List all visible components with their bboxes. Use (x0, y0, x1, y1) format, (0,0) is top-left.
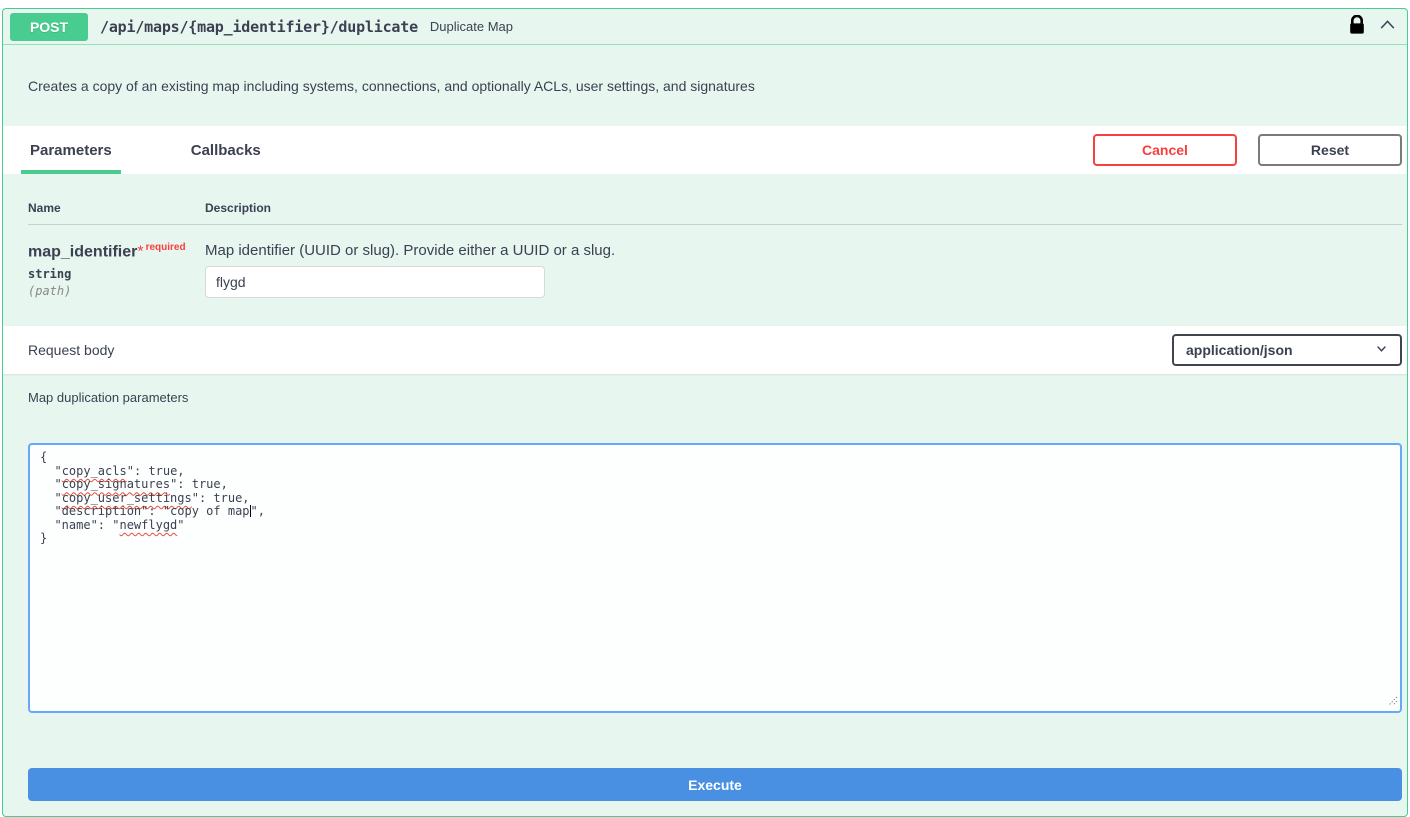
request-body-editor[interactable]: { "copy_acls": true, "copy_signatures": … (28, 443, 1402, 713)
reset-button[interactable]: Reset (1258, 134, 1402, 166)
chevron-down-icon (1375, 342, 1388, 358)
editor-line: "name": "newflygd" (40, 519, 1390, 533)
tab-bar-spacer (331, 126, 1093, 174)
schema-title: Map duplication parameters (28, 390, 1402, 406)
request-body-label: Request body (28, 342, 114, 358)
parameter-description: Map identifier (UUID or slug). Provide e… (205, 242, 1402, 259)
editor-line: "copy_user_settings": true, (40, 492, 1390, 506)
parameter-location: (path) (28, 284, 205, 298)
endpoint-summary-header[interactable]: POST /api/maps/{map_identifier}/duplicat… (3, 9, 1407, 45)
collapse-button[interactable] (1378, 16, 1397, 37)
parameter-name: map_identifier (28, 243, 137, 260)
request-body-header: Request body application/json (3, 326, 1407, 374)
parameter-type: string (28, 267, 205, 281)
endpoint-description: Creates a copy of an existing map includ… (3, 45, 1407, 126)
column-header-description: Description (205, 201, 1402, 215)
required-label: required (146, 242, 186, 253)
endpoint-summary-text: Duplicate Map (430, 19, 513, 34)
execute-button[interactable]: Execute (28, 768, 1402, 801)
column-header-name: Name (28, 201, 205, 215)
editor-line: } (40, 532, 1390, 546)
content-type-value: application/json (1186, 342, 1293, 358)
endpoint-panel: POST /api/maps/{map_identifier}/duplicat… (2, 8, 1408, 817)
editor-line: { (40, 451, 1390, 465)
parameters-section: Name Description map_identifier*required… (3, 174, 1407, 326)
parameter-row: map_identifier*required string (path) Ma… (28, 225, 1402, 326)
tab-parameters[interactable]: Parameters (21, 126, 121, 174)
editor-line: "description": "copy of map", (40, 505, 1390, 519)
parameter-name-cell: map_identifier*required string (path) (28, 242, 205, 298)
cancel-button[interactable]: Cancel (1093, 134, 1237, 166)
parameter-description-cell: Map identifier (UUID or slug). Provide e… (205, 242, 1402, 298)
http-method-badge: POST (10, 13, 88, 41)
map-identifier-input[interactable] (205, 266, 545, 298)
tab-callbacks[interactable]: Callbacks (182, 126, 270, 174)
auth-lock-button[interactable] (1349, 15, 1365, 38)
editor-line: "copy_signatures": true, (40, 478, 1390, 492)
execute-section: Execute (3, 713, 1407, 812)
parameters-table-header: Name Description (28, 174, 1402, 225)
endpoint-path: /api/maps/{map_identifier}/duplicate (100, 18, 418, 36)
lock-icon (1349, 15, 1365, 38)
request-body-section: Map duplication parameters { "copy_acls"… (3, 374, 1407, 713)
resize-handle-icon[interactable] (1388, 696, 1398, 710)
chevron-up-icon (1378, 16, 1397, 37)
content-type-select[interactable]: application/json (1172, 334, 1402, 366)
tab-bar: Parameters Callbacks Cancel Reset (3, 126, 1407, 174)
editor-line: "copy_acls": true, (40, 465, 1390, 479)
required-asterisk: * (137, 243, 143, 260)
